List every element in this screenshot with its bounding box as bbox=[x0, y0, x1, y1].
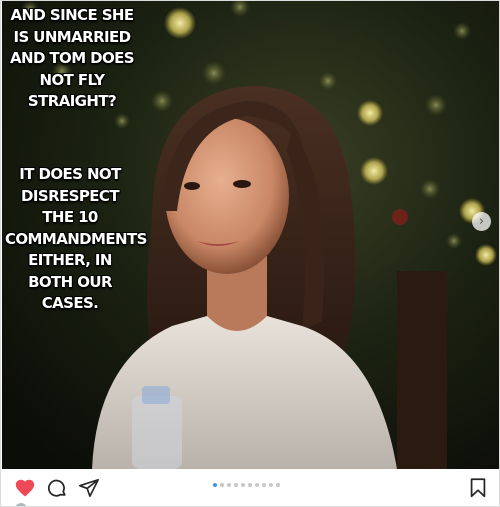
carousel-dot bbox=[269, 483, 273, 487]
chevron-right-icon: › bbox=[478, 214, 485, 229]
meme-caption-top: AND SINCE SHE IS UNMARRIED AND TOM DOES … bbox=[9, 6, 135, 110]
save-button[interactable] bbox=[467, 477, 491, 501]
carousel-dot bbox=[248, 483, 252, 487]
like-button[interactable] bbox=[14, 477, 38, 501]
comment-button[interactable] bbox=[46, 477, 70, 501]
carousel-dot bbox=[262, 483, 266, 487]
carousel-dot bbox=[255, 483, 259, 487]
carousel-next-button[interactable]: › bbox=[472, 212, 491, 231]
heart-icon bbox=[15, 479, 35, 497]
carousel-dot bbox=[213, 483, 217, 487]
carousel-dot bbox=[276, 483, 280, 487]
instagram-post: AND SINCE SHE IS UNMARRIED AND TOM DOES … bbox=[0, 0, 500, 507]
comment-icon bbox=[47, 479, 66, 497]
bookmark-icon bbox=[470, 478, 486, 498]
meme-caption-bottom: IT DOES NOT DISRESPECT THE 10 COMMANDMEN… bbox=[5, 165, 147, 312]
paper-plane-icon bbox=[79, 478, 99, 498]
carousel-dot bbox=[220, 483, 224, 487]
share-button[interactable] bbox=[78, 477, 102, 501]
likes-row bbox=[15, 503, 215, 506]
carousel-dot bbox=[234, 483, 238, 487]
carousel-dot bbox=[227, 483, 231, 487]
carousel-dot bbox=[241, 483, 245, 487]
carousel-indicator bbox=[213, 483, 280, 489]
avatar bbox=[15, 503, 27, 506]
